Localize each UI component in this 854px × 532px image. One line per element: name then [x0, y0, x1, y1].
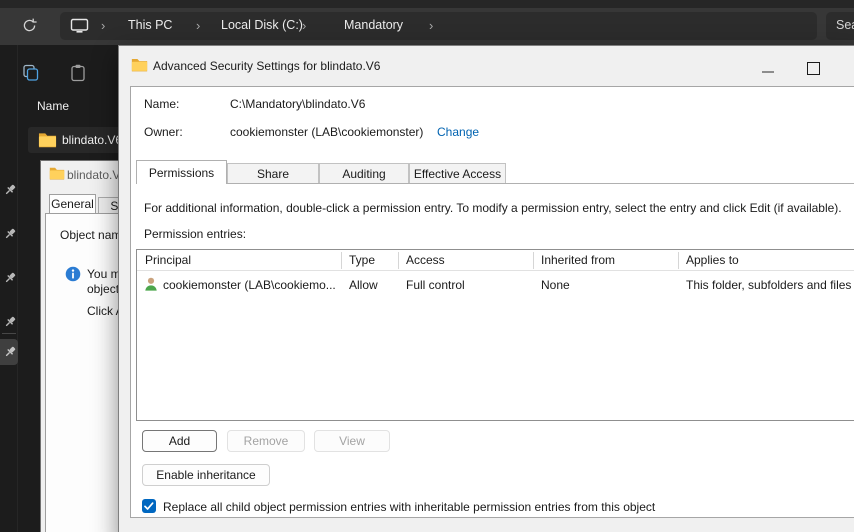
column-type[interactable]: Type — [349, 253, 375, 267]
cell-applies-to: This folder, subfolders and files — [686, 278, 852, 292]
change-owner-link[interactable]: Change — [437, 125, 479, 139]
refresh-icon[interactable] — [21, 17, 38, 34]
cell-principal: cookiemonster (LAB\cookiemo... — [163, 278, 336, 292]
advanced-security-dialog: Advanced Security Settings for blindato.… — [118, 45, 854, 532]
folder-icon — [38, 133, 57, 148]
pin-icon[interactable] — [3, 227, 17, 241]
tab-permissions[interactable]: Permissions — [136, 160, 227, 184]
nav-rail-divider — [17, 45, 18, 532]
column-principal[interactable]: Principal — [145, 253, 191, 267]
file-item-blindato[interactable]: blindato.V6 — [28, 127, 132, 153]
paste-icon[interactable] — [68, 63, 88, 83]
view-button[interactable]: View — [314, 430, 390, 452]
minimize-button[interactable] — [762, 71, 774, 73]
properties-dialog-title: blindato.V — [67, 168, 121, 182]
column-separator — [341, 252, 342, 269]
tab-strip-underline — [136, 183, 854, 184]
cell-type: Allow — [349, 278, 378, 292]
name-value: C:\Mandatory\blindato.V6 — [230, 97, 366, 111]
column-separator — [398, 252, 399, 269]
pin-icon[interactable] — [3, 345, 17, 359]
breadcrumb-mandatory[interactable]: Mandatory — [344, 18, 403, 32]
permission-entries-table: Principal Type Access Inherited from App… — [136, 249, 854, 421]
owner-value: cookiemonster (LAB\cookiemonster) — [230, 125, 424, 139]
column-header-name[interactable]: Name — [37, 99, 69, 113]
screen: › This PC › Local Disk (C:) › Mandatory … — [0, 0, 854, 532]
folder-icon — [131, 58, 148, 72]
file-item-label: blindato.V6 — [62, 133, 123, 147]
breadcrumb-this-pc[interactable]: This PC — [128, 18, 172, 32]
pin-icon[interactable] — [3, 315, 17, 329]
dialog-title: Advanced Security Settings for blindato.… — [153, 59, 381, 73]
remove-button[interactable]: Remove — [227, 430, 305, 452]
check-icon — [144, 502, 154, 510]
address-bar[interactable]: › This PC › Local Disk (C:) › Mandatory … — [60, 12, 817, 40]
column-access[interactable]: Access — [406, 253, 445, 267]
name-label: Name: — [144, 97, 180, 111]
copy-icon[interactable] — [21, 63, 41, 83]
info-icon — [65, 266, 81, 282]
cell-inherited-from: None — [541, 278, 570, 292]
dialog-content-panel: Name: C:\Mandatory\blindato.V6 Owner: co… — [130, 86, 854, 518]
explorer-titlebar-strip — [0, 0, 854, 8]
search-input[interactable]: Sea — [826, 12, 854, 40]
tab-auditing[interactable]: Auditing — [319, 163, 409, 184]
this-pc-icon — [70, 18, 89, 33]
replace-permissions-label: Replace all child object permission entr… — [163, 500, 656, 514]
search-text: Sea — [836, 18, 854, 32]
cell-access: Full control — [406, 278, 465, 292]
tab-effective-access[interactable]: Effective Access — [409, 163, 506, 184]
tab-share[interactable]: Share — [227, 163, 319, 184]
pin-icon[interactable] — [3, 271, 17, 285]
permissions-description: For additional information, double-click… — [144, 201, 842, 215]
rail-section-divider — [2, 333, 16, 334]
folder-icon — [49, 167, 65, 180]
breadcrumb-chevron-icon: › — [101, 18, 106, 33]
column-inherited-from[interactable]: Inherited from — [541, 253, 615, 267]
table-header-row: Principal Type Access Inherited from App… — [137, 250, 854, 271]
column-applies-to[interactable]: Applies to — [686, 253, 739, 267]
tab-general[interactable]: General — [49, 194, 96, 213]
column-separator — [533, 252, 534, 269]
enable-inheritance-button[interactable]: Enable inheritance — [142, 464, 270, 486]
column-separator — [678, 252, 679, 269]
maximize-button[interactable] — [807, 62, 820, 75]
pin-icon[interactable] — [3, 183, 17, 197]
owner-label: Owner: — [144, 125, 183, 139]
breadcrumb-chevron-icon: › — [429, 18, 434, 33]
breadcrumb-chevron-icon: › — [302, 18, 307, 33]
replace-permissions-checkbox[interactable] — [142, 499, 156, 513]
table-row[interactable]: cookiemonster (LAB\cookiemo... Allow Ful… — [137, 272, 854, 296]
breadcrumb-chevron-icon: › — [196, 18, 201, 33]
user-icon — [145, 277, 157, 291]
add-button[interactable]: Add — [142, 430, 217, 452]
breadcrumb-local-disk-c[interactable]: Local Disk (C:) — [221, 18, 303, 32]
permission-entries-label: Permission entries: — [144, 227, 247, 241]
